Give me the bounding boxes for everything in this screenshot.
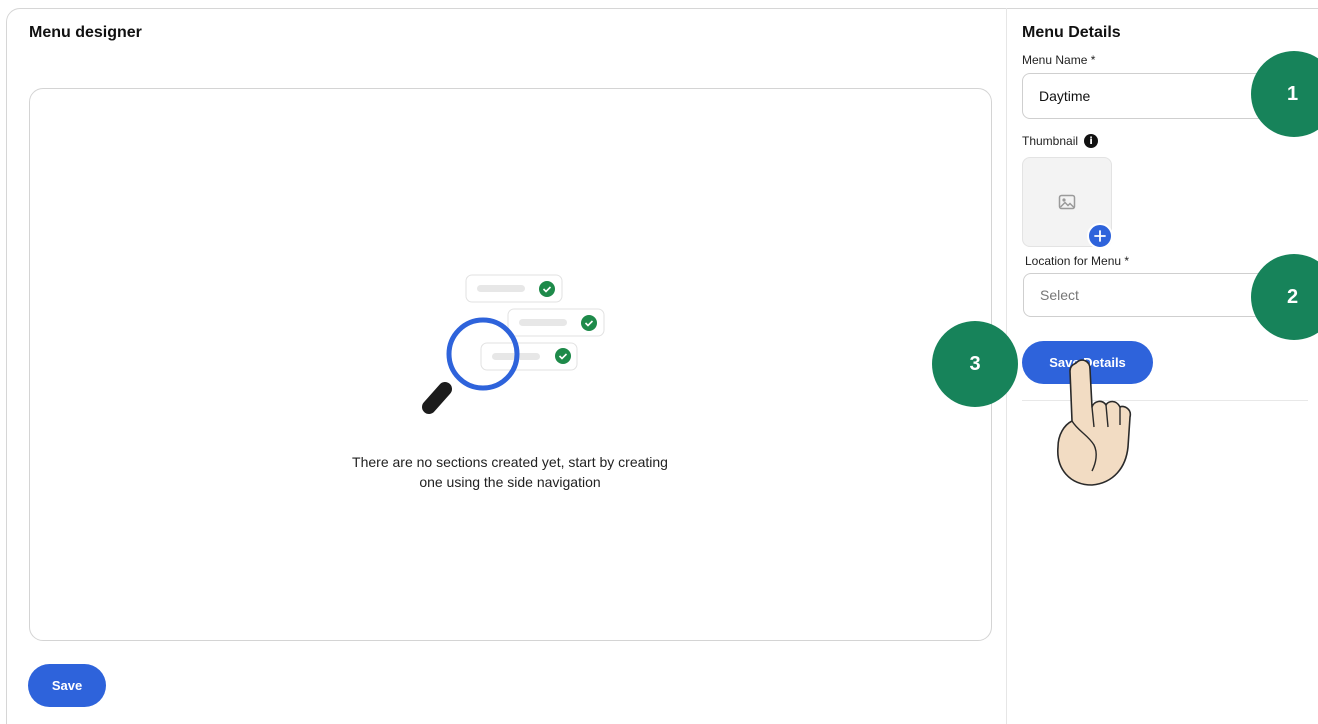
empty-state-message: There are no sections created yet, start… bbox=[352, 454, 668, 490]
thumbnail-label-row: Thumbnail i bbox=[1022, 134, 1099, 148]
thumbnail-label: Thumbnail bbox=[1022, 134, 1079, 148]
image-placeholder-icon bbox=[1058, 194, 1076, 210]
location-label: Location for Menu * bbox=[1025, 254, 1130, 268]
check-icon bbox=[555, 348, 571, 364]
step-badge-3: 3 bbox=[932, 321, 1018, 407]
page-title: Menu designer bbox=[29, 24, 142, 41]
check-icon bbox=[581, 315, 597, 331]
pointing-hand-icon bbox=[1057, 359, 1132, 486]
list-card-1 bbox=[465, 274, 563, 303]
list-card-2 bbox=[507, 308, 605, 337]
add-thumbnail-button[interactable] bbox=[1087, 223, 1113, 249]
plus-icon bbox=[1094, 230, 1106, 242]
menu-name-label: Menu Name * bbox=[1022, 53, 1096, 67]
list-card-3 bbox=[480, 342, 578, 371]
empty-state-illustration bbox=[422, 274, 605, 414]
info-icon[interactable]: i bbox=[1084, 134, 1099, 148]
details-title: Menu Details bbox=[1022, 24, 1121, 41]
check-icon bbox=[539, 281, 555, 297]
save-button[interactable]: Save bbox=[28, 664, 106, 707]
